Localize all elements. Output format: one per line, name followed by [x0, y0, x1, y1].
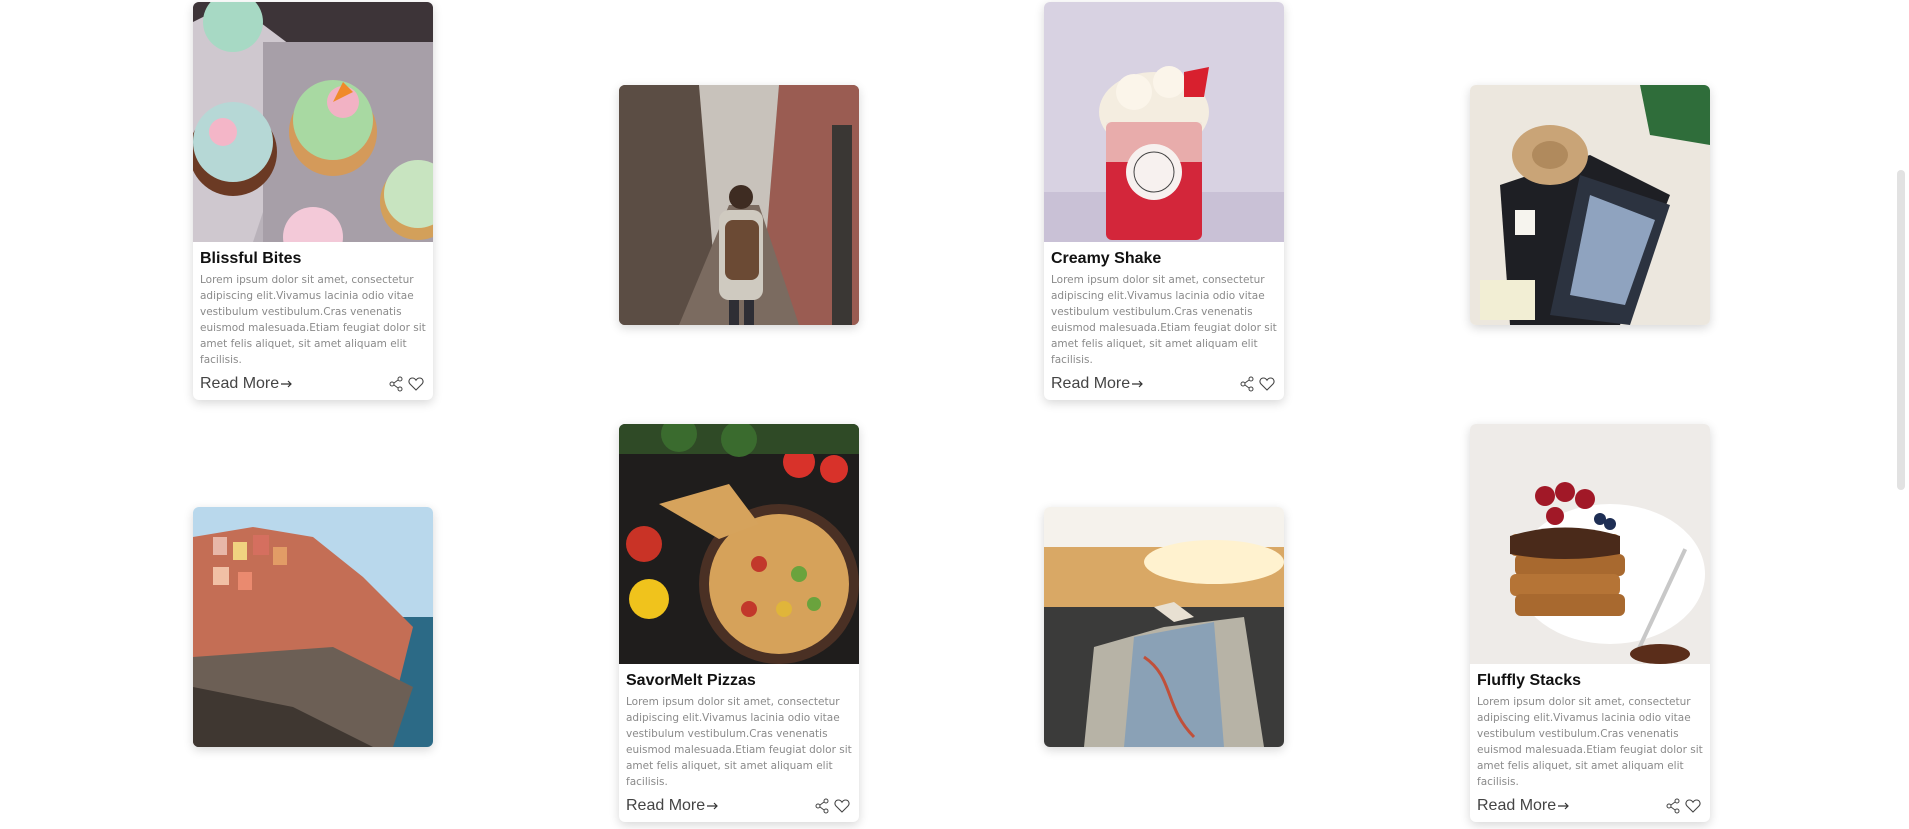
- photo-card-map: [1044, 507, 1284, 747]
- photo-image-map: [1044, 507, 1284, 747]
- heart-icon[interactable]: [1259, 376, 1275, 392]
- scrollbar-thumb[interactable]: [1897, 170, 1905, 490]
- read-more-label: Read More: [200, 375, 280, 392]
- heart-icon[interactable]: [834, 798, 850, 814]
- card-image-pizza: [619, 424, 859, 664]
- card-image-waffles: [1470, 424, 1710, 664]
- photo-card-village: [193, 507, 433, 747]
- card-blissful-bites: Blissful Bites Lorem ipsum dolor sit ame…: [193, 2, 433, 400]
- card-description: Lorem ipsum dolor sit amet, consectetur …: [626, 696, 852, 788]
- share-icon[interactable]: [814, 798, 830, 814]
- card-description: Lorem ipsum dolor sit amet, consectetur …: [200, 274, 426, 366]
- card-description: Lorem ipsum dolor sit amet, consectetur …: [1477, 696, 1703, 788]
- right-arrow-icon: [1132, 380, 1144, 388]
- photo-image-suitcase: [1470, 85, 1710, 325]
- card-title: Blissful Bites: [200, 250, 302, 267]
- right-arrow-icon: [1558, 802, 1570, 810]
- share-icon[interactable]: [1239, 376, 1255, 392]
- right-arrow-icon: [707, 802, 719, 810]
- share-icon[interactable]: [388, 376, 404, 392]
- card-title: Creamy Shake: [1051, 250, 1162, 267]
- photo-image-village: [193, 507, 433, 747]
- card-savormelt-pizzas: SavorMelt Pizzas Lorem ipsum dolor sit a…: [619, 424, 859, 822]
- read-more-label: Read More: [626, 797, 706, 814]
- read-more-link[interactable]: Read More: [626, 797, 719, 815]
- photo-card-alley: [619, 85, 859, 325]
- card-image-cupcakes: [193, 2, 433, 242]
- read-more-link[interactable]: Read More: [200, 375, 293, 393]
- share-icon[interactable]: [1665, 798, 1681, 814]
- card-title: Fluffly Stacks: [1477, 672, 1582, 689]
- card-creamy-shake: Creamy Shake Lorem ipsum dolor sit amet,…: [1044, 2, 1284, 400]
- read-more-link[interactable]: Read More: [1477, 797, 1570, 815]
- heart-icon[interactable]: [1685, 798, 1701, 814]
- read-more-link[interactable]: Read More: [1051, 375, 1144, 393]
- read-more-label: Read More: [1051, 375, 1131, 392]
- card-title: SavorMelt Pizzas: [626, 672, 756, 689]
- read-more-label: Read More: [1477, 797, 1557, 814]
- right-arrow-icon: [281, 380, 293, 388]
- card-description: Lorem ipsum dolor sit amet, consectetur …: [1051, 274, 1277, 366]
- card-image-milkshake: [1044, 2, 1284, 242]
- photo-image-alley: [619, 85, 859, 325]
- card-fluffly-stacks: Fluffly Stacks Lorem ipsum dolor sit ame…: [1470, 424, 1710, 822]
- scrollbar-track[interactable]: [1890, 0, 1909, 829]
- heart-icon[interactable]: [408, 376, 424, 392]
- photo-card-suitcase: [1470, 85, 1710, 325]
